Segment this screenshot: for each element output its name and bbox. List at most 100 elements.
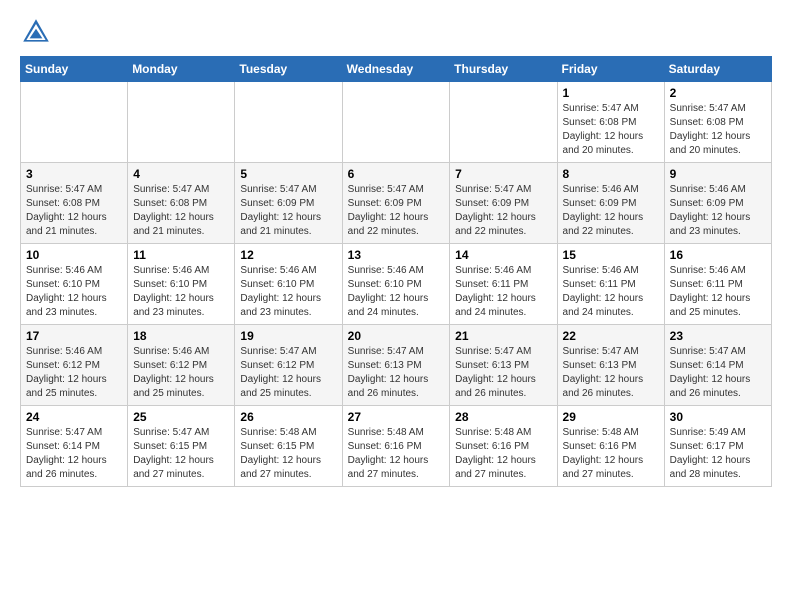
- day-number: 2: [670, 86, 766, 100]
- col-header-monday: Monday: [128, 57, 235, 82]
- calendar-cell: 23Sunrise: 5:47 AM Sunset: 6:14 PM Dayli…: [664, 325, 771, 406]
- day-info: Sunrise: 5:46 AM Sunset: 6:09 PM Dayligh…: [670, 183, 766, 239]
- day-number: 22: [563, 329, 659, 343]
- calendar-cell: [21, 82, 128, 163]
- calendar-cell: 30 Sunrise: 5:49 AM Sunset: 6:17 PM Dayli…: [664, 406, 771, 487]
- calendar-cell: 19 Sunrise: 5:47 AM Sunset: 6:12 PM Dayli…: [235, 325, 342, 406]
- calendar-cell: 17Sunrise: 5:46 AM Sunset: 6:12 PM Dayli…: [21, 325, 128, 406]
- day-info: Sunrise: 5:47 AM Sunset: 6:13 PM Dayligh…: [348, 345, 445, 401]
- day-number: 18: [133, 329, 229, 343]
- day-info: Sunrise: 5:46 AM Sunset: 6:10 PM Dayligh…: [133, 264, 229, 320]
- logo: [20, 16, 56, 48]
- day-number: 26: [240, 410, 336, 424]
- col-header-friday: Friday: [557, 57, 664, 82]
- calendar-week-row: 17Sunrise: 5:46 AM Sunset: 6:12 PM Dayli…: [21, 325, 772, 406]
- calendar-cell: 28 Sunrise: 5:48 AM Sunset: 6:16 PM Dayli…: [450, 406, 557, 487]
- day-info: Sunrise: 5:46 AM Sunset: 6:10 PM Dayligh…: [348, 264, 445, 320]
- day-info: Sunrise: 5:46 AM Sunset: 6:11 PM Dayligh…: [455, 264, 551, 320]
- calendar-cell: 29 Sunrise: 5:48 AM Sunset: 6:16 PM Dayli…: [557, 406, 664, 487]
- page-header: [20, 16, 772, 48]
- calendar-week-row: 24 Sunrise: 5:47 AM Sunset: 6:14 PM Dayli…: [21, 406, 772, 487]
- day-number: 19: [240, 329, 336, 343]
- calendar-cell: 5 Sunrise: 5:47 AM Sunset: 6:09 PM Daylig…: [235, 163, 342, 244]
- day-info: Sunrise: 5:46 AM Sunset: 6:11 PM Dayligh…: [563, 264, 659, 320]
- day-info: Sunrise: 5:48 AM Sunset: 6:16 PM Dayligh…: [563, 426, 659, 482]
- calendar-cell: 6Sunrise: 5:47 AM Sunset: 6:09 PM Daylig…: [342, 163, 450, 244]
- calendar-cell: 22 Sunrise: 5:47 AM Sunset: 6:13 PM Dayli…: [557, 325, 664, 406]
- calendar-cell: 27 Sunrise: 5:48 AM Sunset: 6:16 PM Dayli…: [342, 406, 450, 487]
- day-info: Sunrise: 5:47 AM Sunset: 6:14 PM Dayligh…: [670, 345, 766, 401]
- day-number: 14: [455, 248, 551, 262]
- calendar-cell: 21 Sunrise: 5:47 AM Sunset: 6:13 PM Dayli…: [450, 325, 557, 406]
- day-number: 3: [26, 167, 122, 181]
- col-header-wednesday: Wednesday: [342, 57, 450, 82]
- calendar-cell: 8 Sunrise: 5:46 AM Sunset: 6:09 PM Daylig…: [557, 163, 664, 244]
- day-info: Sunrise: 5:46 AM Sunset: 6:10 PM Dayligh…: [26, 264, 122, 320]
- day-number: 6: [348, 167, 445, 181]
- day-info: Sunrise: 5:46 AM Sunset: 6:12 PM Dayligh…: [26, 345, 122, 401]
- calendar-cell: 18 Sunrise: 5:46 AM Sunset: 6:12 PM Dayli…: [128, 325, 235, 406]
- calendar-cell: 10 Sunrise: 5:46 AM Sunset: 6:10 PM Dayli…: [21, 244, 128, 325]
- day-number: 30: [670, 410, 766, 424]
- day-info: Sunrise: 5:47 AM Sunset: 6:13 PM Dayligh…: [455, 345, 551, 401]
- calendar-cell: 20 Sunrise: 5:47 AM Sunset: 6:13 PM Dayli…: [342, 325, 450, 406]
- day-info: Sunrise: 5:48 AM Sunset: 6:16 PM Dayligh…: [455, 426, 551, 482]
- day-info: Sunrise: 5:46 AM Sunset: 6:12 PM Dayligh…: [133, 345, 229, 401]
- day-number: 8: [563, 167, 659, 181]
- day-info: Sunrise: 5:47 AM Sunset: 6:15 PM Dayligh…: [133, 426, 229, 482]
- calendar-cell: 4 Sunrise: 5:47 AM Sunset: 6:08 PM Daylig…: [128, 163, 235, 244]
- calendar-cell: [450, 82, 557, 163]
- day-number: 24: [26, 410, 122, 424]
- logo-icon: [20, 16, 52, 48]
- day-number: 4: [133, 167, 229, 181]
- calendar-cell: 16 Sunrise: 5:46 AM Sunset: 6:11 PM Dayli…: [664, 244, 771, 325]
- day-info: Sunrise: 5:46 AM Sunset: 6:09 PM Dayligh…: [563, 183, 659, 239]
- day-number: 5: [240, 167, 336, 181]
- day-info: Sunrise: 5:46 AM Sunset: 6:11 PM Dayligh…: [670, 264, 766, 320]
- day-number: 20: [348, 329, 445, 343]
- col-header-saturday: Saturday: [664, 57, 771, 82]
- day-number: 29: [563, 410, 659, 424]
- day-number: 9: [670, 167, 766, 181]
- calendar-week-row: 1 Sunrise: 5:47 AM Sunset: 6:08 PM Daylig…: [21, 82, 772, 163]
- day-info: Sunrise: 5:46 AM Sunset: 6:10 PM Dayligh…: [240, 264, 336, 320]
- col-header-sunday: Sunday: [21, 57, 128, 82]
- calendar-week-row: 3 Sunrise: 5:47 AM Sunset: 6:08 PM Daylig…: [21, 163, 772, 244]
- day-info: Sunrise: 5:49 AM Sunset: 6:17 PM Dayligh…: [670, 426, 766, 482]
- calendar-cell: [342, 82, 450, 163]
- calendar-cell: 13 Sunrise: 5:46 AM Sunset: 6:10 PM Dayli…: [342, 244, 450, 325]
- calendar-cell: 7 Sunrise: 5:47 AM Sunset: 6:09 PM Daylig…: [450, 163, 557, 244]
- calendar-cell: 11 Sunrise: 5:46 AM Sunset: 6:10 PM Dayli…: [128, 244, 235, 325]
- day-info: Sunrise: 5:47 AM Sunset: 6:09 PM Dayligh…: [455, 183, 551, 239]
- day-number: 16: [670, 248, 766, 262]
- day-info: Sunrise: 5:48 AM Sunset: 6:16 PM Dayligh…: [348, 426, 445, 482]
- day-number: 7: [455, 167, 551, 181]
- day-number: 12: [240, 248, 336, 262]
- col-header-tuesday: Tuesday: [235, 57, 342, 82]
- day-number: 15: [563, 248, 659, 262]
- calendar-cell: 12 Sunrise: 5:46 AM Sunset: 6:10 PM Dayli…: [235, 244, 342, 325]
- calendar-cell: [235, 82, 342, 163]
- calendar-header-row: SundayMondayTuesdayWednesdayThursdayFrid…: [21, 57, 772, 82]
- calendar-cell: 3 Sunrise: 5:47 AM Sunset: 6:08 PM Daylig…: [21, 163, 128, 244]
- day-info: Sunrise: 5:47 AM Sunset: 6:13 PM Dayligh…: [563, 345, 659, 401]
- day-info: Sunrise: 5:47 AM Sunset: 6:08 PM Dayligh…: [133, 183, 229, 239]
- day-number: 21: [455, 329, 551, 343]
- day-number: 1: [563, 86, 659, 100]
- day-info: Sunrise: 5:47 AM Sunset: 6:09 PM Dayligh…: [240, 183, 336, 239]
- col-header-thursday: Thursday: [450, 57, 557, 82]
- day-number: 13: [348, 248, 445, 262]
- day-number: 10: [26, 248, 122, 262]
- day-number: 11: [133, 248, 229, 262]
- day-number: 28: [455, 410, 551, 424]
- calendar-cell: [128, 82, 235, 163]
- day-info: Sunrise: 5:47 AM Sunset: 6:14 PM Dayligh…: [26, 426, 122, 482]
- calendar-week-row: 10 Sunrise: 5:46 AM Sunset: 6:10 PM Dayli…: [21, 244, 772, 325]
- day-info: Sunrise: 5:47 AM Sunset: 6:08 PM Dayligh…: [563, 102, 659, 158]
- day-number: 25: [133, 410, 229, 424]
- day-info: Sunrise: 5:48 AM Sunset: 6:15 PM Dayligh…: [240, 426, 336, 482]
- day-number: 27: [348, 410, 445, 424]
- day-info: Sunrise: 5:47 AM Sunset: 6:12 PM Dayligh…: [240, 345, 336, 401]
- day-info: Sunrise: 5:47 AM Sunset: 6:08 PM Dayligh…: [670, 102, 766, 158]
- day-info: Sunrise: 5:47 AM Sunset: 6:08 PM Dayligh…: [26, 183, 122, 239]
